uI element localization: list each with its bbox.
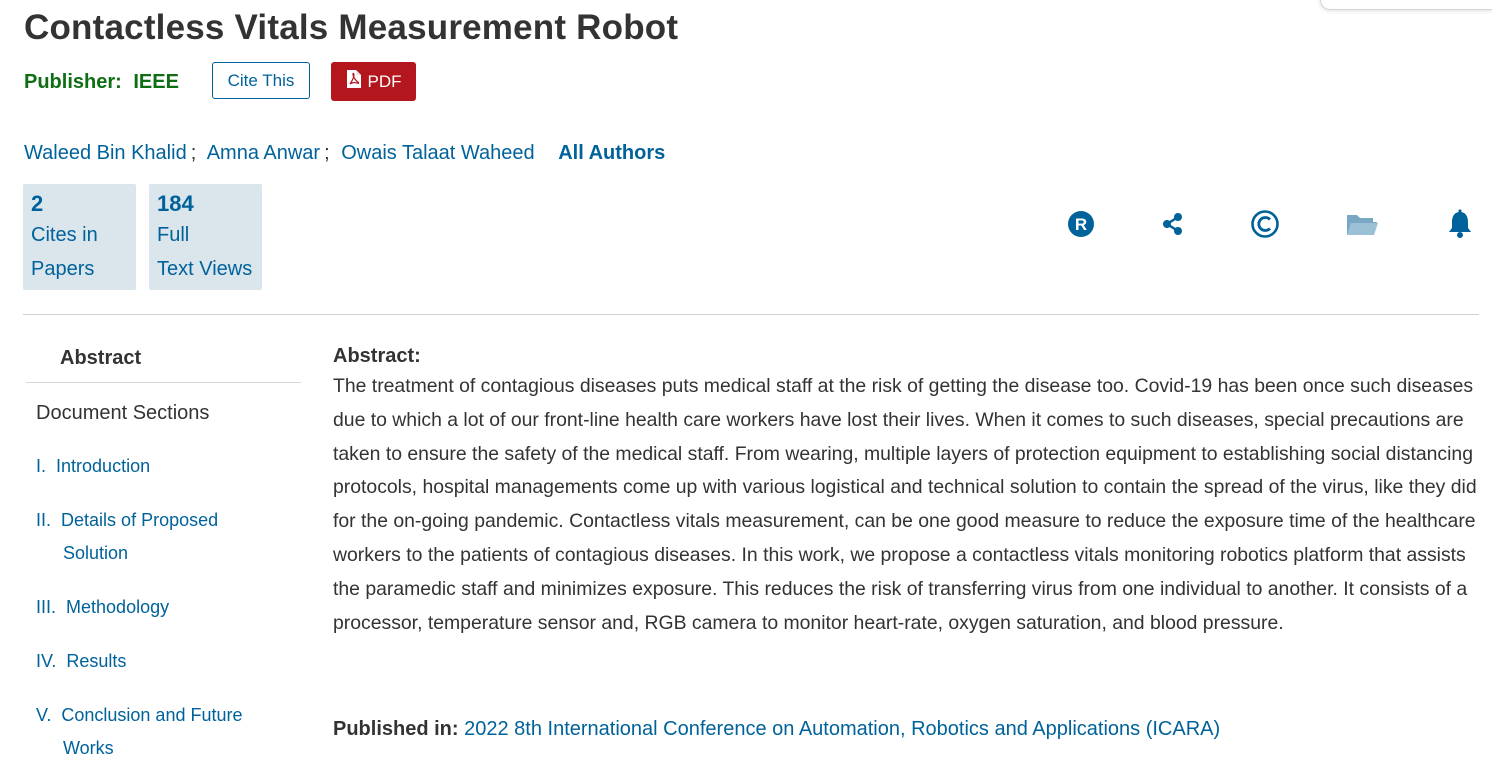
sidebar-abstract-link[interactable]: Abstract [60,347,141,370]
pdf-icon [346,69,362,94]
author-link[interactable]: Amna Anwar [207,142,320,164]
toc-label: Introduction [56,456,151,476]
all-authors-link[interactable]: All Authors [558,142,665,164]
author-list: Waleed Bin Khalid; Amna Anwar; Owais Tal… [24,142,665,165]
toc-item-conclusion-and-future-works[interactable]: V. Conclusion and Future Works [36,699,242,765]
abstract-heading: Abstract: [333,345,421,367]
toc-number: V. [36,705,52,725]
header-divider [23,314,1479,315]
venue-link[interactable]: 2022 8th International Conference on Aut… [464,718,1220,740]
author-separator: ; [190,142,197,164]
author-link[interactable]: Owais Talaat Waheed [341,142,534,164]
publisher-label: Publisher: [24,71,122,93]
sidebar-divider [26,382,301,383]
toc-number: IV. [36,651,57,671]
pdf-button[interactable]: PDF [331,62,416,101]
toc-label: Methodology [66,597,170,617]
author-link[interactable]: Waleed Bin Khalid [24,142,187,164]
toc-item-details-of-proposed-solution[interactable]: II. Details of Proposed Solution [36,504,218,570]
toc-label: Conclusion and Future [61,705,243,725]
published-in-label: Published in: [333,718,459,740]
metric-label-line2: Papers [31,258,95,280]
cites-in-papers-metric[interactable]: 2 Cites in Papers [23,184,136,290]
rights-icon[interactable]: R [1064,207,1098,241]
toc-label: Details of Proposed [61,510,219,530]
metric-label-line2: Text Views [157,258,253,280]
pdf-label: PDF [367,71,402,91]
toc-item-results[interactable]: IV. Results [36,645,126,678]
popup-corner [1320,0,1492,10]
metric-value: 184 [157,191,194,216]
toc-item-introduction[interactable]: I. Introduction [36,450,150,483]
toc-label-cont: Works [63,738,114,758]
bell-icon[interactable] [1443,207,1477,241]
publisher: Publisher: IEEE [24,71,179,94]
metric-label-line1: Cites in [31,224,98,246]
toc-number: III. [36,597,57,617]
full-text-views-metric[interactable]: 184 Full Text Views [149,184,262,290]
document-sections-heading: Document Sections [36,402,210,424]
abstract-text: The treatment of contagious diseases put… [333,375,1477,634]
toc-item-methodology[interactable]: III. Methodology [36,591,169,624]
share-icon[interactable] [1156,207,1190,241]
cite-this-button[interactable]: Cite This [212,62,310,99]
toc-label: Results [66,651,127,671]
toc-label-cont: Solution [63,543,129,563]
published-in: Published in: 2022 8th International Con… [333,718,1220,741]
publisher-value: IEEE [133,71,179,93]
copyright-icon[interactable] [1248,207,1282,241]
toc-number: I. [36,456,47,476]
author-separator: ; [324,142,330,164]
page-title: Contactless Vitals Measurement Robot [24,8,679,47]
metric-label-line1: Full [157,224,190,246]
metric-value: 2 [31,191,44,216]
svg-text:R: R [1075,215,1087,234]
toc-number: II. [36,510,52,530]
folder-icon[interactable] [1345,207,1379,241]
